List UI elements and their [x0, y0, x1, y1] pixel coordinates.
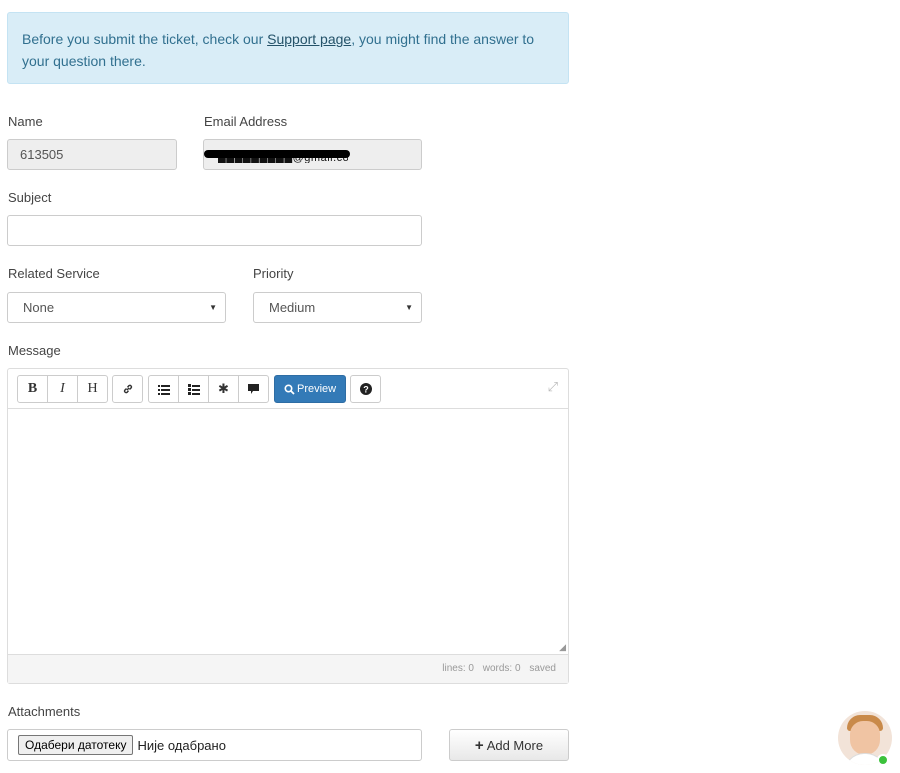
- no-file-text: Није одабрано: [137, 737, 226, 753]
- editor-toolbar: B I H ✱ Preview ? ⤢: [8, 369, 568, 409]
- help-group: ?: [350, 375, 381, 403]
- priority-select[interactable]: Medium ▼: [253, 292, 422, 323]
- link-button[interactable]: [112, 375, 143, 403]
- related-service-select[interactable]: None ▼: [7, 292, 226, 323]
- choose-file-button[interactable]: Одабери датотеку: [18, 735, 134, 755]
- list-ol-icon: [187, 383, 200, 395]
- bold-button[interactable]: B: [17, 375, 48, 403]
- list-ul-icon: [157, 384, 170, 395]
- fullscreen-icon[interactable]: ⤢: [548, 379, 558, 395]
- notice-text-before: Before you submit the ticket, check our: [22, 31, 268, 47]
- priority-value: Medium: [269, 300, 316, 315]
- preview-button[interactable]: Preview: [274, 375, 347, 403]
- quote-button[interactable]: ✱: [208, 375, 239, 403]
- svg-text:?: ?: [363, 384, 369, 394]
- saved-status: saved: [529, 663, 556, 674]
- related-service-value: None: [23, 300, 55, 315]
- help-button[interactable]: ?: [350, 375, 381, 403]
- link-icon: [123, 384, 132, 394]
- support-page-link[interactable]: Support page: [267, 31, 351, 47]
- italic-button[interactable]: I: [47, 375, 78, 403]
- add-more-label: Add More: [486, 737, 544, 753]
- comment-button[interactable]: [238, 375, 269, 403]
- file-input[interactable]: Одабери датотеку Није одабрано: [7, 729, 422, 761]
- attachments-label: Attachments: [8, 704, 81, 719]
- link-group: [112, 375, 143, 403]
- heading-button[interactable]: H: [77, 375, 108, 403]
- message-textarea[interactable]: [8, 410, 568, 655]
- online-status-indicator: [877, 754, 889, 766]
- name-label: Name: [8, 114, 43, 129]
- list-group: ✱: [148, 375, 269, 403]
- unordered-list-button[interactable]: [148, 375, 179, 403]
- caret-down-icon: ▼: [405, 303, 413, 312]
- message-label: Message: [8, 343, 61, 358]
- email-label: Email Address: [204, 114, 288, 129]
- ordered-list-button[interactable]: [178, 375, 209, 403]
- asterisk-icon: ✱: [218, 381, 229, 396]
- caret-down-icon: ▼: [209, 303, 217, 312]
- preview-label: Preview: [297, 383, 337, 395]
- related-service-label: Related Service: [8, 266, 100, 281]
- priority-label: Priority: [253, 266, 294, 281]
- resize-grip-icon[interactable]: ◢: [559, 643, 566, 652]
- subject-label: Subject: [8, 190, 52, 205]
- name-field: 613505: [7, 139, 177, 170]
- preview-group: Preview: [274, 375, 347, 403]
- search-icon: [284, 383, 295, 395]
- message-editor: B I H ✱ Preview ? ⤢ ◢ lines: 0 words: 0 …: [7, 368, 569, 684]
- format-group: B I H: [17, 375, 108, 403]
- subject-input[interactable]: [7, 215, 422, 246]
- comment-icon: [248, 383, 259, 394]
- editor-statusbar: lines: 0 words: 0 saved: [8, 654, 568, 683]
- lines-count: lines: 0: [442, 663, 474, 674]
- words-count: words: 0: [482, 663, 521, 674]
- add-more-button[interactable]: + Add More: [449, 729, 569, 761]
- plus-icon: +: [474, 736, 484, 754]
- support-notice: Before you submit the ticket, check our …: [7, 12, 569, 84]
- question-icon: ?: [359, 383, 372, 395]
- email-redaction: [204, 150, 350, 158]
